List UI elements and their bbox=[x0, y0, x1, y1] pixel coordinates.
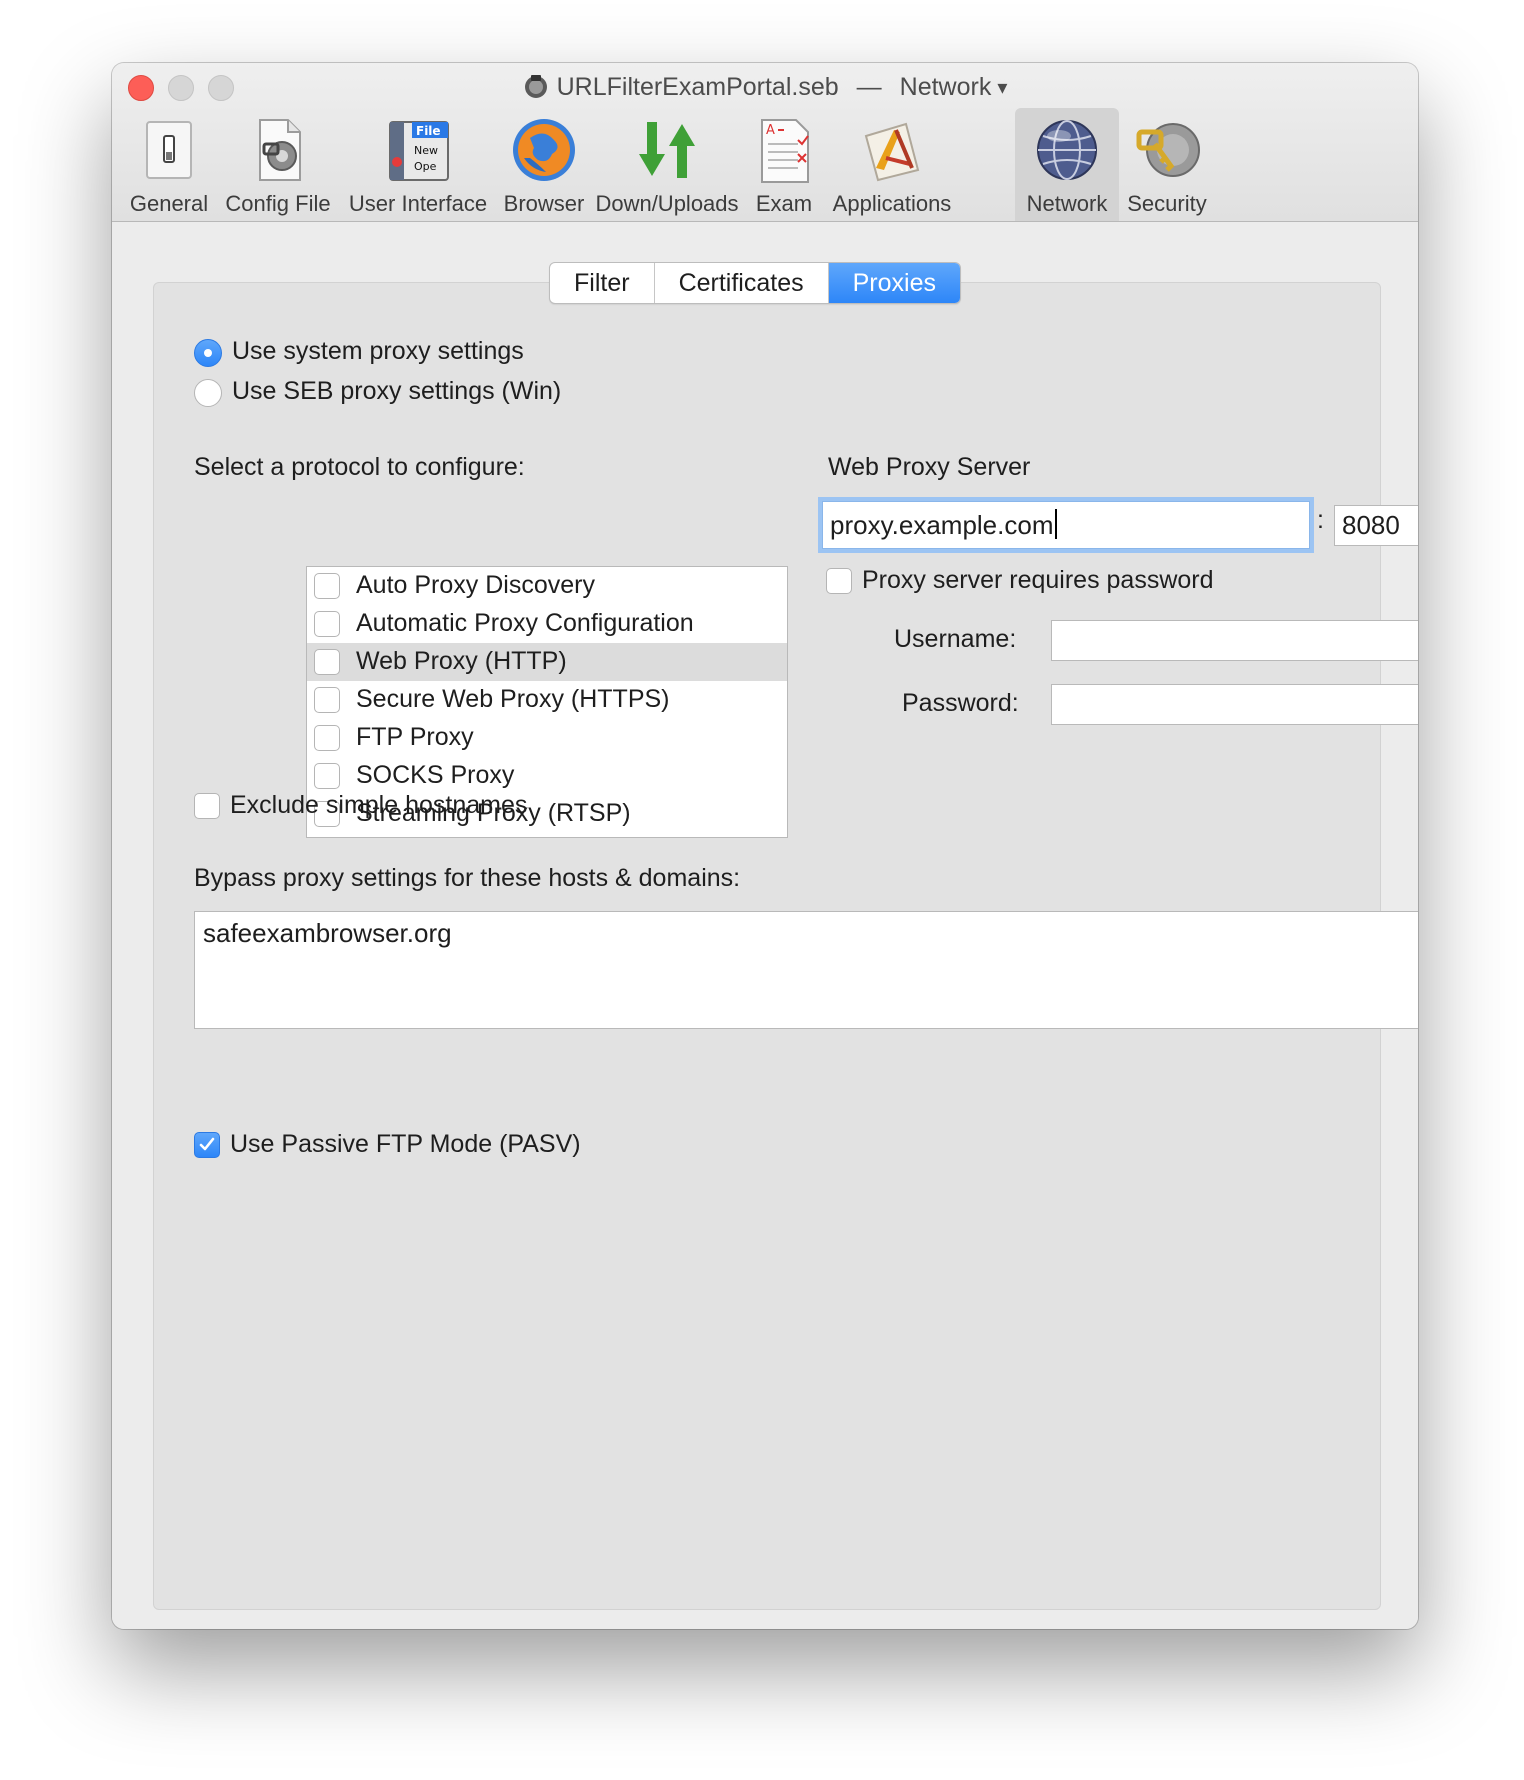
toolbar-item-security[interactable]: Security bbox=[1122, 108, 1212, 221]
username-label: Username: bbox=[894, 625, 1017, 653]
toolbar-item-config-file[interactable]: Config File bbox=[219, 108, 337, 221]
down-uploads-arrows-icon bbox=[639, 122, 695, 178]
checkmark-icon bbox=[199, 1137, 215, 1151]
tab-bar: Filter Certificates Proxies bbox=[549, 262, 961, 304]
radio-use-system-proxy-label: Use system proxy settings bbox=[232, 337, 524, 365]
config-file-icon bbox=[259, 119, 301, 181]
toolbar: General Config File File New Ope User In… bbox=[112, 108, 1418, 221]
tab-proxies[interactable]: Proxies bbox=[828, 263, 960, 303]
protocol-checkbox[interactable] bbox=[314, 573, 340, 599]
exclude-simple-hostnames-label: Exclude simple hostnames bbox=[230, 791, 528, 819]
exclude-simple-hostnames-checkbox[interactable] bbox=[194, 793, 220, 819]
toolbar-label: Down/Uploads bbox=[595, 191, 739, 216]
toolbar-label: Security bbox=[1127, 191, 1207, 216]
toolbar-label: Config File bbox=[225, 191, 331, 216]
svg-text:A: A bbox=[766, 123, 775, 138]
window-title[interactable]: URLFilterExamPortal.seb — Network ▾ bbox=[112, 73, 1418, 102]
toolbar-label: General bbox=[129, 191, 209, 216]
toolbar-label: Applications bbox=[832, 191, 952, 216]
protocol-row-secure-web-proxy[interactable]: Secure Web Proxy (HTTPS) bbox=[307, 681, 787, 719]
ui-icon-new-text: New bbox=[414, 144, 438, 157]
protocol-row-web-proxy-http[interactable]: Web Proxy (HTTP) bbox=[307, 643, 787, 681]
proxy-host-value: proxy.example.com bbox=[830, 510, 1054, 540]
protocol-list-heading: Select a protocol to configure: bbox=[194, 453, 525, 481]
proxy-host-input[interactable]: proxy.example.com bbox=[822, 501, 1310, 549]
title-menu-caret-icon[interactable]: ▾ bbox=[997, 77, 1007, 99]
toolbar-label: Exam bbox=[755, 191, 813, 216]
protocol-checkbox[interactable] bbox=[314, 649, 340, 675]
toolbar-item-exam[interactable]: A Exam bbox=[744, 108, 824, 221]
protocol-row-auto-config[interactable]: Automatic Proxy Configuration bbox=[307, 605, 787, 643]
toolbar-label: User Interface bbox=[348, 191, 488, 216]
browser-globe-icon bbox=[513, 119, 575, 181]
exam-sheet-icon: A bbox=[761, 119, 809, 183]
toolbar-item-user-interface[interactable]: File New Ope User Interface bbox=[342, 108, 494, 221]
password-label: Password: bbox=[902, 689, 1019, 717]
protocol-row-auto-discovery[interactable]: Auto Proxy Discovery bbox=[307, 567, 787, 605]
text-cursor bbox=[1054, 509, 1057, 539]
toolbar-label: Browser bbox=[503, 191, 585, 216]
preferences-window: URLFilterExamPortal.seb — Network ▾ General bbox=[112, 63, 1418, 1629]
document-name: URLFilterExamPortal.seb bbox=[556, 73, 839, 101]
toolbar-item-network[interactable]: Network bbox=[1015, 108, 1119, 221]
protocol-checkbox[interactable] bbox=[314, 725, 340, 751]
bypass-label: Bypass proxy settings for these hosts & … bbox=[194, 864, 741, 892]
password-input[interactable] bbox=[1051, 684, 1418, 725]
general-switch-icon bbox=[146, 121, 192, 179]
protocol-label: Auto Proxy Discovery bbox=[356, 571, 595, 599]
bypass-hosts-value: safeexambrowser.org bbox=[203, 918, 452, 948]
protocol-row-socks-proxy[interactable]: SOCKS Proxy bbox=[307, 757, 787, 795]
protocol-checkbox[interactable] bbox=[314, 763, 340, 789]
user-interface-icon: File New Ope bbox=[389, 121, 449, 181]
passive-ftp-label: Use Passive FTP Mode (PASV) bbox=[230, 1130, 581, 1158]
ui-icon-open-text: Ope bbox=[414, 160, 437, 173]
tab-filter[interactable]: Filter bbox=[550, 263, 655, 303]
seb-document-icon bbox=[524, 75, 547, 98]
protocol-checkbox[interactable] bbox=[314, 687, 340, 713]
passive-ftp-checkbox[interactable] bbox=[194, 1132, 220, 1158]
applications-icon bbox=[864, 122, 920, 182]
proxy-port-input[interactable]: 8080 bbox=[1334, 505, 1418, 546]
title-bar: URLFilterExamPortal.seb — Network ▾ General bbox=[112, 63, 1418, 222]
protocol-label: FTP Proxy bbox=[356, 723, 474, 751]
security-keys-icon bbox=[1136, 123, 1200, 177]
protocol-checkbox[interactable] bbox=[314, 611, 340, 637]
protocol-label: SOCKS Proxy bbox=[356, 761, 515, 789]
radio-use-system-proxy[interactable] bbox=[194, 339, 222, 367]
web-proxy-server-heading: Web Proxy Server bbox=[828, 453, 1031, 481]
protocol-label: Web Proxy (HTTP) bbox=[356, 647, 567, 675]
network-globe-icon bbox=[1037, 120, 1097, 180]
requires-password-checkbox[interactable] bbox=[826, 568, 852, 594]
requires-password-label: Proxy server requires password bbox=[862, 566, 1214, 594]
protocol-row-ftp-proxy[interactable]: FTP Proxy bbox=[307, 719, 787, 757]
toolbar-item-general[interactable]: General bbox=[124, 108, 214, 221]
radio-use-seb-proxy-label: Use SEB proxy settings (Win) bbox=[232, 377, 562, 405]
host-port-separator: : bbox=[1317, 506, 1324, 534]
protocol-label: Automatic Proxy Configuration bbox=[356, 609, 694, 637]
bypass-hosts-textarea[interactable]: safeexambrowser.org bbox=[194, 911, 1418, 1029]
protocol-label: Secure Web Proxy (HTTPS) bbox=[356, 685, 670, 713]
toolbar-item-down-uploads[interactable]: Down/Uploads bbox=[594, 108, 740, 221]
ui-icon-file-text: File bbox=[416, 124, 441, 138]
proxy-port-value: 8080 bbox=[1342, 510, 1400, 540]
toolbar-item-applications[interactable]: Applications bbox=[828, 108, 956, 221]
pane-name: Network bbox=[899, 73, 992, 101]
title-separator: — bbox=[856, 73, 882, 101]
tab-certificates[interactable]: Certificates bbox=[655, 263, 829, 303]
username-input[interactable] bbox=[1051, 620, 1418, 661]
toolbar-label: Network bbox=[1026, 191, 1108, 216]
radio-use-seb-proxy[interactable] bbox=[194, 379, 222, 407]
toolbar-item-browser[interactable]: Browser bbox=[499, 108, 589, 221]
